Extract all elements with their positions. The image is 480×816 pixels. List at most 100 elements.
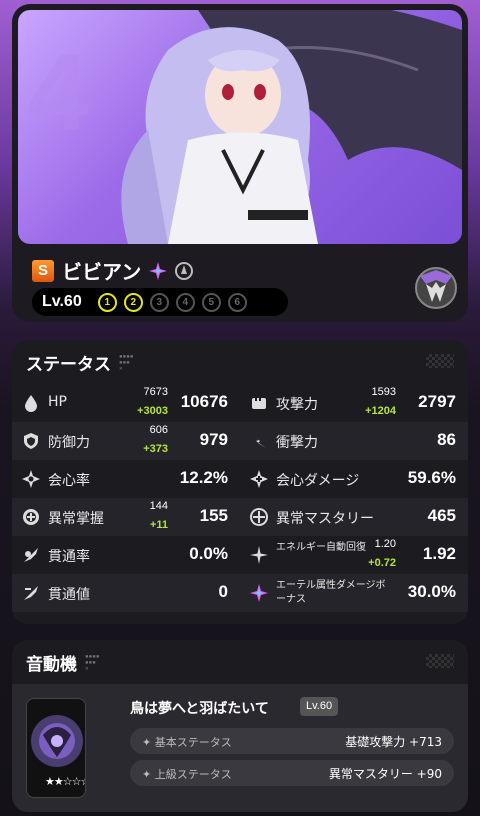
stat-base: 144: [149, 500, 168, 512]
stat-row: 貫通値 0 エーテル属性ダメージボーナス 30.0%: [12, 574, 468, 612]
stat-bonus: +11: [149, 519, 168, 531]
stat-label: 攻撃力: [276, 397, 318, 413]
mindscape-2[interactable]: 2: [123, 292, 143, 312]
mindscape-3[interactable]: 3: [149, 292, 169, 312]
stat-value: 979: [199, 430, 228, 449]
stat-base: 1593: [371, 386, 396, 398]
stat-label: 貫通率: [48, 549, 90, 565]
stat-label: 防御力: [48, 435, 90, 451]
engine-sub-stat-label: ✦ 上級ステータス: [142, 768, 232, 781]
ether-attribute-icon: [149, 261, 168, 280]
ether-dmg-icon: [250, 584, 268, 602]
stat-base: 606: [149, 424, 168, 436]
stat-label: 異常マスタリー: [276, 511, 374, 527]
stat-label: 会心ダメージ: [276, 473, 360, 489]
engine-title: 音動機 ▪▪▪▪ ▪▪▪ ✕: [26, 650, 99, 675]
character-name-row: S ビビアン: [32, 256, 194, 285]
defense-icon: [24, 433, 38, 449]
pen-ratio-icon: [24, 548, 38, 562]
anomaly-specialty-icon: [175, 261, 194, 280]
engine-main-stat: ✦ 基本ステータス 基礎攻撃力 +713: [130, 728, 454, 754]
stat-value: 155: [199, 506, 228, 525]
stat-row: 異常掌握 144 +11 155 異常マスタリー 465: [12, 498, 468, 536]
level-and-mindscapes: Lv.60 1 2 3 4 5 6: [32, 288, 288, 316]
stat-grid: HP 7673 +3003 10676 攻撃力 1593 +1204 2797 …: [12, 384, 468, 612]
stat-bonus: +1204: [365, 405, 396, 417]
stat-ether-dmg-bonus: エーテル属性ダメージボーナス 30.0%: [240, 574, 468, 612]
crit-dmg-icon: [250, 470, 268, 488]
stat-base: 1.20: [374, 538, 396, 550]
stats-panel: ステータス ▪▪▪▪ ▪▪▪ ✕ HP 7673 +3003 10676 攻撃力 1…: [12, 340, 468, 624]
stat-label: 衝撃力: [276, 435, 318, 451]
stat-row: HP 7673 +3003 10676 攻撃力 1593 +1204 2797: [12, 384, 468, 422]
stat-bonus: +0.72: [368, 557, 396, 569]
stat-label: エーテル属性ダメージボーナス: [276, 580, 386, 605]
stat-label: エネルギー自動回復: [276, 542, 366, 553]
stat-pen: 貫通値 0: [12, 574, 240, 612]
stat-row: 防御力 606 +373 979 衝撃力 86: [12, 422, 468, 460]
stat-value: 30.0%: [407, 582, 456, 601]
stat-bonus: +373: [143, 443, 168, 455]
stat-row: 会心率 12.2% 会心ダメージ 59.6%: [12, 460, 468, 498]
pen-icon: [24, 586, 38, 600]
engine-main-stat-label: ✦ 基本ステータス: [142, 736, 232, 749]
stat-value: 12.2%: [179, 468, 228, 487]
engine-details[interactable]: ★★☆☆☆ 鳥は夢へと羽ばたいて Lv.60 ✦ 基本ステータス 基礎攻撃力 +…: [12, 684, 468, 812]
engine-sub-stat-value: 異常マスタリー +90: [328, 767, 442, 781]
faction-emblem-icon: [415, 267, 457, 309]
character-portrait: 4: [18, 10, 462, 244]
w-engine-panel: 音動機 ▪▪▪▪ ▪▪▪ ✕ ★★☆☆☆ 鳥は夢へと羽ばたいて Lv.60 ✦ 基本…: [12, 640, 468, 812]
character-card: 4 S ビビアン Lv.60 1 2 3 4 5 6: [12, 4, 468, 322]
stat-value: 10676: [180, 392, 228, 411]
rank-s-badge: S: [32, 259, 54, 282]
stat-energy-regen: エネルギー自動回復 1.20 +0.72 1.92: [240, 536, 468, 574]
mindscape-1[interactable]: 1: [97, 292, 117, 312]
engine-rarity-stars: ★★☆☆☆: [45, 775, 86, 788]
engine-sub-stat: ✦ 上級ステータス 異常マスタリー +90: [130, 760, 454, 786]
stat-value: 0: [218, 582, 228, 601]
stat-bonus: +3003: [137, 405, 168, 417]
stat-anomaly-proficiency: 異常掌握 144 +11 155: [12, 498, 240, 536]
stat-value: 1.92: [422, 544, 456, 563]
stat-value: 465: [427, 506, 456, 525]
engine-sub-stat-label-text: 上級ステータス: [154, 768, 232, 781]
mindscape-5[interactable]: 5: [201, 292, 221, 312]
mindscape-4[interactable]: 4: [175, 292, 195, 312]
portrait-art: 4: [28, 10, 462, 244]
engine-title-text: 音動機: [26, 655, 77, 675]
stat-anomaly-mastery: 異常マスタリー 465: [240, 498, 468, 536]
stat-value: 59.6%: [407, 468, 456, 487]
stat-attack: 攻撃力 1593 +1204 2797: [240, 384, 468, 422]
stat-base: 7673: [143, 386, 168, 398]
stat-crit-rate: 会心率 12.2%: [12, 460, 240, 498]
stat-crit-dmg: 会心ダメージ 59.6%: [240, 460, 468, 498]
hp-icon: [25, 395, 37, 412]
engine-thumbnail: ★★☆☆☆: [26, 698, 86, 798]
crit-rate-icon: [22, 470, 40, 488]
character-level: Lv.60: [42, 293, 82, 310]
anomaly-proficiency-icon: [23, 509, 39, 525]
checker-decoration: [426, 354, 454, 368]
stat-impact: 衝撃力 86: [240, 422, 468, 460]
stat-label: 異常掌握: [48, 511, 104, 527]
stat-value: 0.0%: [189, 544, 228, 563]
engine-main-stat-label-text: 基本ステータス: [154, 736, 232, 749]
stat-label: HP: [48, 394, 67, 410]
anomaly-mastery-icon: [250, 508, 268, 526]
stats-title-text: ステータス: [26, 355, 111, 375]
impact-icon: [252, 434, 266, 448]
attack-icon: [252, 396, 266, 409]
svg-text:4: 4: [28, 31, 89, 154]
stat-hp: HP 7673 +3003 10676: [12, 384, 240, 422]
stat-defense: 防御力 606 +373 979: [12, 422, 240, 460]
engine-level-badge: Lv.60: [300, 697, 339, 716]
stat-label: 会心率: [48, 473, 90, 489]
stat-row: 貫通率 0.0% エネルギー自動回復 1.20 +0.72 1.92: [12, 536, 468, 574]
engine-main-stat-value: 基礎攻撃力 +713: [345, 735, 442, 749]
mindscape-6[interactable]: 6: [227, 292, 247, 312]
energy-regen-icon: [250, 546, 268, 564]
stat-label: 貫通値: [48, 587, 90, 603]
engine-name: 鳥は夢へと羽ばたいて: [130, 701, 269, 717]
checker-decoration: [426, 654, 454, 668]
decorative-mark: ▪▪▪▪ ▪▪▪ ✕: [119, 352, 134, 372]
